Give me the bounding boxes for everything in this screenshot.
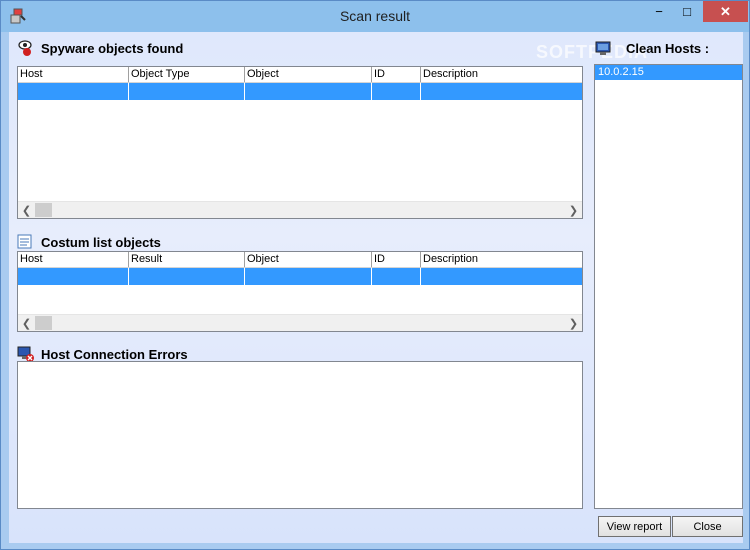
scroll-left-icon[interactable]: ❮	[18, 202, 35, 218]
scroll-thumb[interactable]	[35, 203, 52, 217]
table-row[interactable]	[18, 83, 582, 100]
host-connection-errors-list[interactable]	[17, 361, 583, 509]
custom-horizontal-scrollbar[interactable]: ❮ ❯	[18, 314, 582, 331]
close-window-button[interactable]: ✕	[703, 1, 748, 22]
custom-col-id[interactable]: ID	[372, 252, 421, 267]
custom-col-host[interactable]: Host	[18, 252, 129, 267]
list-item[interactable]: 10.0.2.15	[595, 65, 742, 80]
custom-list-grid[interactable]: Host Result Object ID Description ❮ ❯	[17, 251, 583, 332]
custom-list-section-header: Costum list objects	[17, 233, 161, 251]
clean-hosts-list[interactable]: 10.0.2.15	[594, 64, 743, 509]
spyware-col-id[interactable]: ID	[372, 67, 421, 82]
table-row[interactable]	[18, 268, 582, 285]
spyware-section-title: Spyware objects found	[41, 40, 184, 56]
list-icon	[17, 234, 32, 249]
spyware-col-host[interactable]: Host	[18, 67, 129, 82]
window-title: Scan result	[339, 8, 411, 24]
clean-hosts-title: Clean Hosts :	[626, 41, 710, 56]
scroll-right-icon[interactable]: ❯	[565, 315, 582, 331]
view-report-button[interactable]: View report	[598, 516, 671, 537]
spyware-grid-header: Host Object Type Object ID Description	[18, 67, 582, 83]
close-button[interactable]: Close	[672, 516, 743, 537]
monitor-icon	[595, 41, 611, 55]
client-area: Spyware objects found Host Object Type O…	[9, 32, 743, 543]
custom-col-result[interactable]: Result	[129, 252, 245, 267]
scroll-thumb[interactable]	[35, 316, 52, 330]
title-bar[interactable]: Scan result − □ ✕	[1, 1, 749, 32]
custom-col-object[interactable]: Object	[245, 252, 372, 267]
spyware-col-object[interactable]: Object	[245, 67, 372, 82]
spyware-eye-icon	[18, 40, 32, 56]
errors-section-title: Host Connection Errors	[41, 346, 188, 362]
minimize-button[interactable]: −	[645, 1, 673, 22]
scroll-right-icon[interactable]: ❯	[565, 202, 582, 218]
spyware-col-object-type[interactable]: Object Type	[129, 67, 245, 82]
spyware-col-description[interactable]: Description	[421, 67, 582, 82]
spyware-horizontal-scrollbar[interactable]: ❮ ❯	[18, 201, 582, 218]
custom-list-section-title: Costum list objects	[41, 234, 161, 250]
spyware-objects-grid[interactable]: Host Object Type Object ID Description ❮…	[17, 66, 583, 219]
custom-col-description[interactable]: Description	[421, 252, 582, 267]
scan-result-window: Scan result − □ ✕ Spyware objects found …	[0, 0, 750, 550]
custom-grid-header: Host Result Object ID Description	[18, 252, 582, 268]
scroll-left-icon[interactable]: ❮	[18, 315, 35, 331]
spyware-section-header: Spyware objects found	[17, 39, 183, 57]
maximize-button[interactable]: □	[673, 1, 701, 22]
